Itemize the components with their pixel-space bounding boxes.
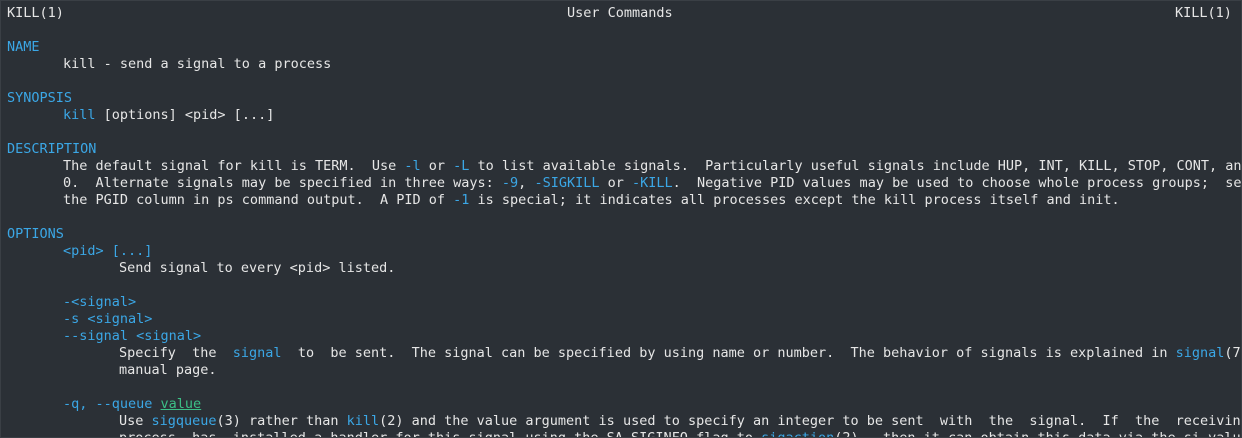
text-segment: Use	[119, 413, 152, 429]
text-segment: manual page.	[119, 362, 217, 378]
option-queue-description: process has installed a handler for this…	[119, 430, 1242, 438]
header-right: KILL(1)	[1175, 5, 1232, 21]
highlighted-text: -1	[453, 192, 470, 208]
text-segment: Send signal to every <pid> listed.	[119, 260, 396, 276]
highlighted-text: signal	[1175, 345, 1225, 361]
synopsis-body: kill [options] <pid> [...]	[63, 107, 274, 124]
highlighted-text: -l	[404, 158, 421, 174]
option-signal-short: -<signal>	[63, 294, 136, 311]
option-queue-description: Use sigqueue(3) rather than kill(2) and …	[119, 413, 1242, 430]
description-line: the PGID column in ps command output. A …	[63, 192, 1120, 209]
highlighted-text: sigaction	[761, 430, 835, 438]
option-signal-description: manual page.	[119, 362, 217, 379]
option-signal-long: --signal <signal>	[63, 328, 201, 345]
text-segment: (7)	[1224, 345, 1241, 361]
text-segment: Specify the	[119, 345, 233, 361]
highlighted-text: -s <signal>	[63, 311, 153, 327]
highlighted-text: kill	[346, 413, 380, 429]
text-segment: (2) , then it can obtain this data via t…	[834, 430, 1242, 438]
text-segment: is special; it indicates all processes e…	[469, 192, 1120, 208]
highlighted-text: -KILL	[631, 175, 673, 191]
text-segment: the PGID column in ps command output. A …	[63, 192, 454, 208]
highlighted-text: sigqueue	[151, 413, 217, 429]
terminal-window[interactable]: KILL(1) User Commands KILL(1) NAME kill …	[0, 0, 1242, 438]
section-description: DESCRIPTION	[7, 141, 97, 157]
underlined-argument: value	[160, 396, 202, 412]
description-line: 0. Alternate signals may be specified in…	[63, 175, 1242, 192]
text-segment: kill - send a signal to a process	[63, 56, 332, 72]
highlighted-text: signal	[232, 345, 282, 361]
section-name: NAME	[7, 39, 40, 55]
highlighted-text: -<signal>	[63, 294, 137, 310]
text-segment: to be sent. The signal can be specified …	[281, 345, 1176, 361]
text-segment: to list available signals. Particularly …	[469, 158, 1242, 174]
option-queue: -q, --queue value	[63, 396, 201, 413]
text-segment: process has installed a handler for this…	[119, 430, 762, 438]
text-segment: 0. Alternate signals may be specified in…	[63, 175, 502, 191]
highlighted-text: -q, --queue	[63, 396, 161, 412]
text-segment: or	[599, 175, 632, 191]
highlighted-text: --signal <signal>	[63, 328, 202, 344]
highlighted-text: kill	[63, 107, 96, 123]
option-pid: <pid> [...]	[63, 243, 152, 260]
header-center: User Commands	[567, 5, 673, 21]
text-segment: or	[420, 158, 454, 174]
section-synopsis: SYNOPSIS	[7, 90, 73, 106]
text-segment: . Negative PID values may be used to cho…	[672, 175, 1242, 191]
text-segment: (2) and the value argument is used to sp…	[379, 413, 1242, 429]
text-segment: ,	[518, 175, 535, 191]
text-segment: (3) rather than	[216, 413, 347, 429]
text-segment: The default signal for kill is TERM. Use	[63, 158, 405, 174]
option-pid-description: Send signal to every <pid> listed.	[119, 260, 395, 277]
option-signal-s: -s <signal>	[63, 311, 152, 328]
text-segment: [options] <pid> [...]	[95, 107, 275, 123]
header-left: KILL(1)	[7, 5, 64, 21]
highlighted-text: -SIGKILL	[534, 175, 600, 191]
name-body: kill - send a signal to a process	[63, 56, 331, 73]
highlighted-text: -9	[501, 175, 519, 191]
highlighted-text: <pid> [...]	[63, 243, 153, 259]
highlighted-text: -L	[453, 158, 470, 174]
description-line: The default signal for kill is TERM. Use…	[63, 158, 1242, 175]
section-options: OPTIONS	[7, 226, 64, 242]
option-signal-description: Specify the signal to be sent. The signa…	[119, 345, 1241, 362]
